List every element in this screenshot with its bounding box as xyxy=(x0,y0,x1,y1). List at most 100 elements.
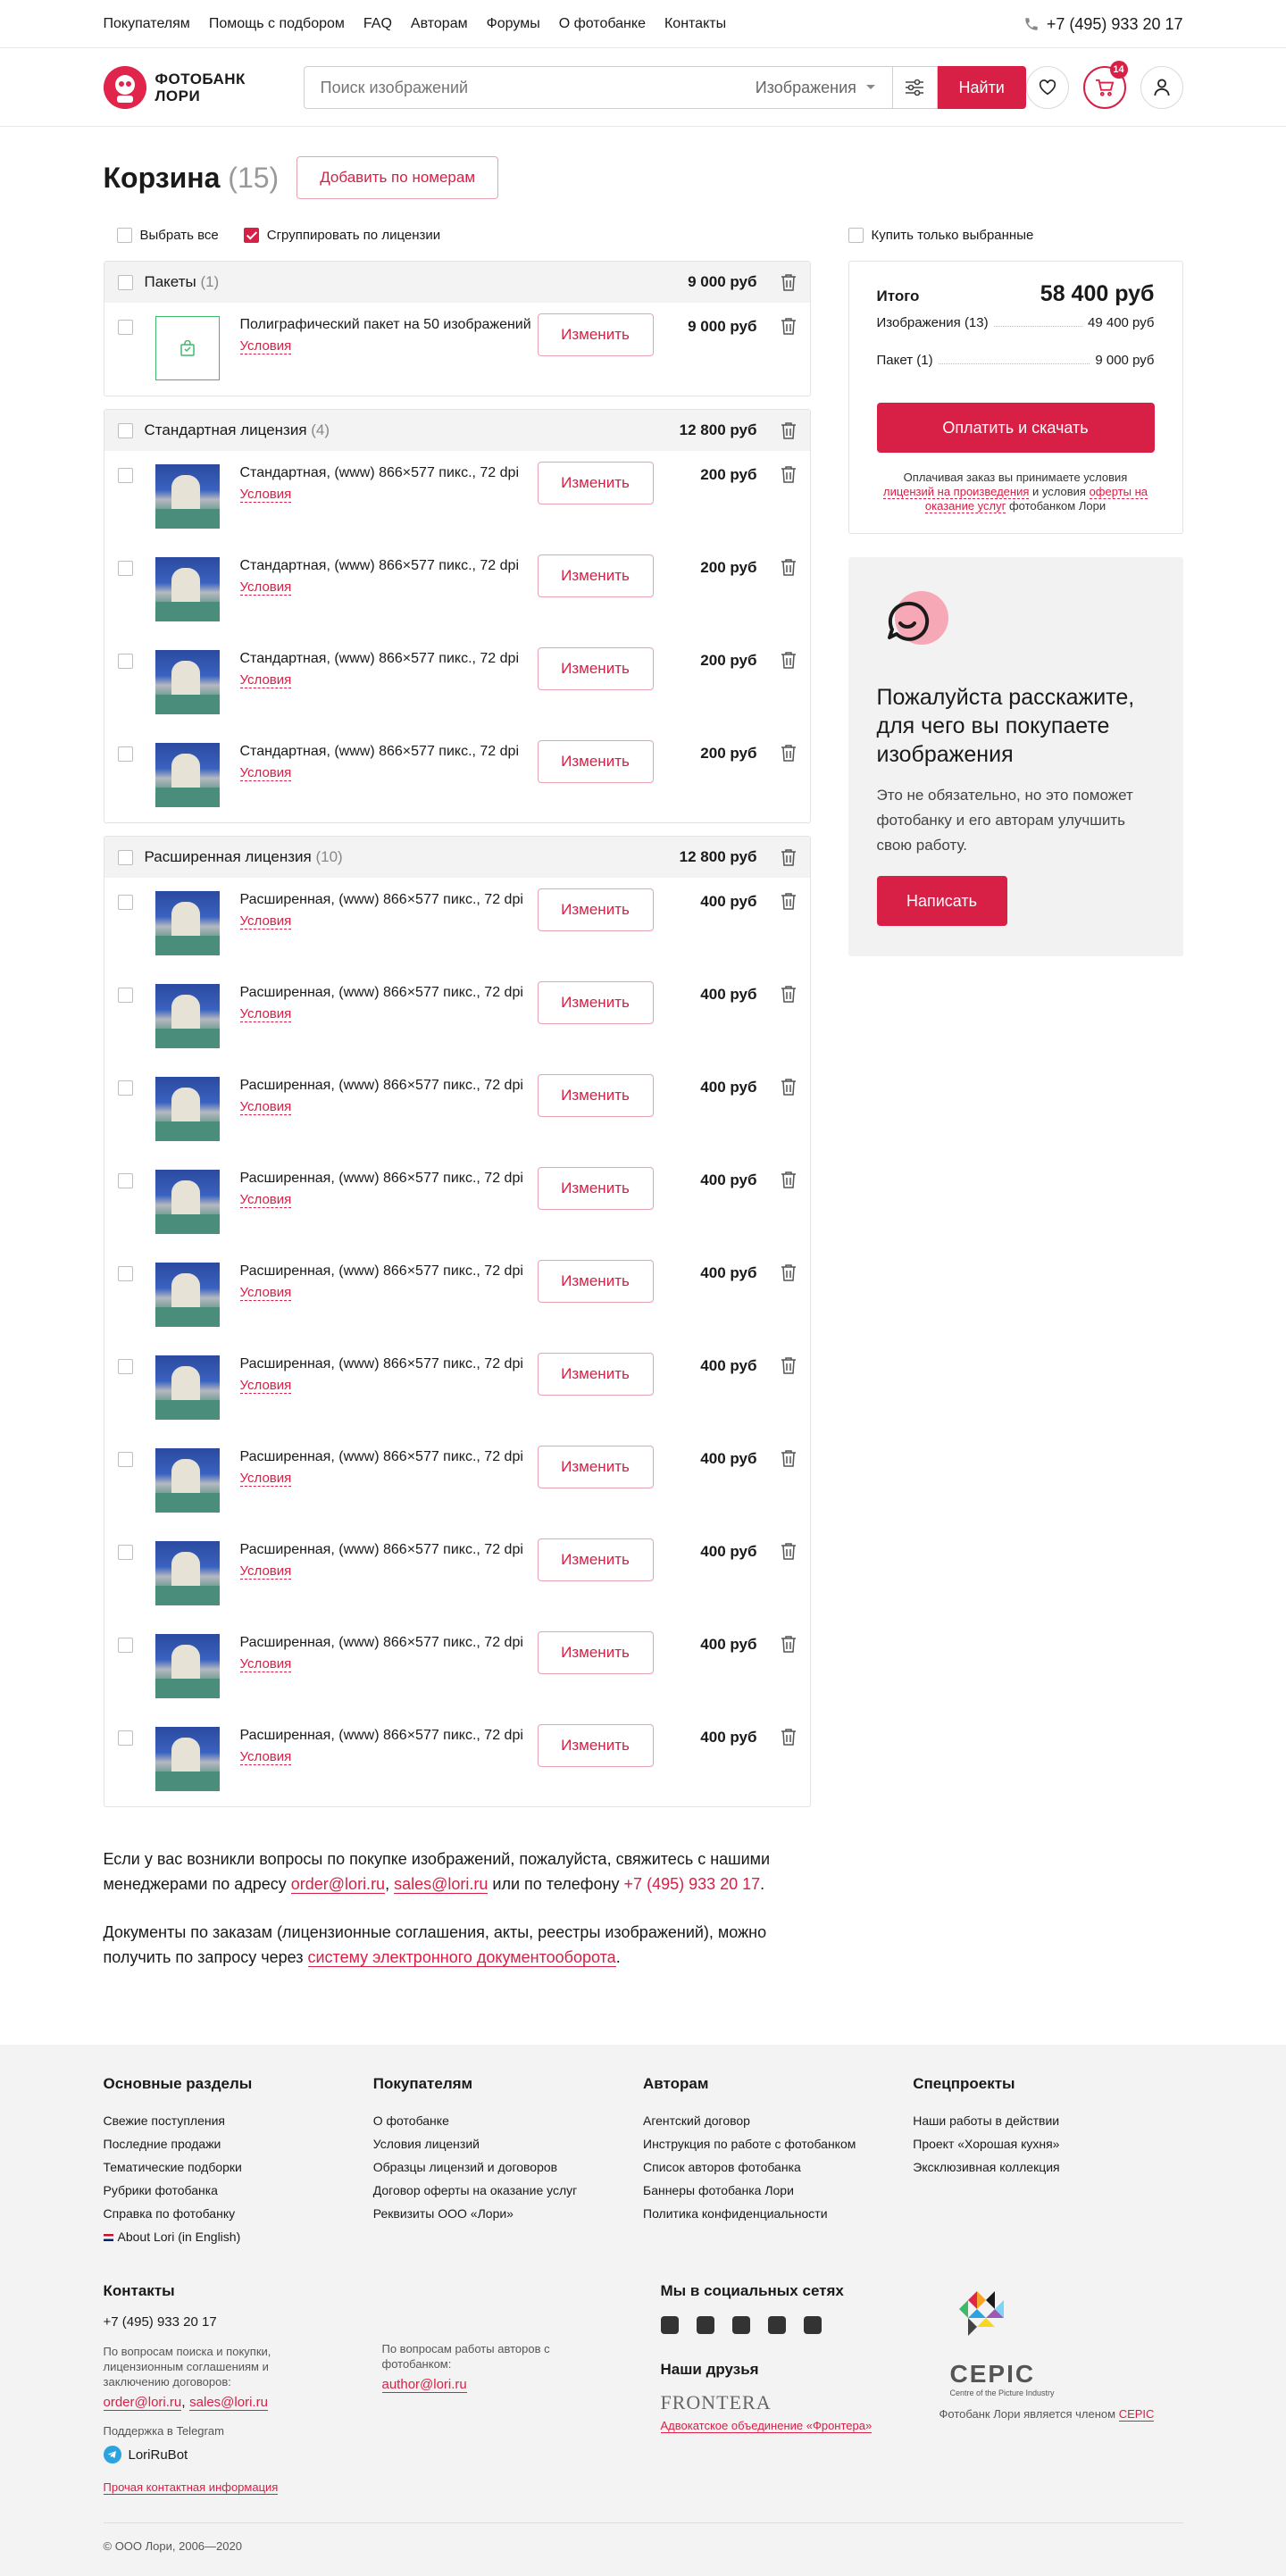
trash-icon[interactable] xyxy=(781,744,797,762)
item-checkbox[interactable] xyxy=(117,988,133,1003)
search-type-select[interactable]: Изображения xyxy=(756,79,892,97)
trash-icon[interactable] xyxy=(781,848,797,866)
footer-link[interactable]: Агентский договор xyxy=(643,2109,913,2132)
change-button[interactable]: Изменить xyxy=(537,740,654,783)
license-terms-link[interactable]: лицензий на произведения xyxy=(883,485,1030,499)
top-nav-authors[interactable]: Авторам xyxy=(411,16,468,32)
search-input[interactable] xyxy=(304,67,756,108)
trash-icon[interactable] xyxy=(781,273,797,291)
item-checkbox[interactable] xyxy=(117,1080,133,1096)
terms-link[interactable]: Условия xyxy=(239,339,292,354)
change-button[interactable]: Изменить xyxy=(537,1353,654,1396)
item-checkbox[interactable] xyxy=(117,1266,133,1281)
change-button[interactable]: Изменить xyxy=(537,1074,654,1117)
image-thumbnail[interactable] xyxy=(154,891,220,955)
top-nav-help[interactable]: Помощь с подбором xyxy=(209,16,345,32)
terms-link[interactable]: Условия xyxy=(239,580,292,596)
trash-icon[interactable] xyxy=(781,1449,797,1467)
terms-link[interactable]: Условия xyxy=(239,1100,292,1115)
trash-icon[interactable] xyxy=(781,1635,797,1653)
select-all-checkbox[interactable] xyxy=(116,227,132,243)
footer-link[interactable]: Рубрики фотобанка xyxy=(104,2179,373,2202)
change-button[interactable]: Изменить xyxy=(537,554,654,597)
favorites-button[interactable] xyxy=(1025,66,1069,109)
terms-link[interactable]: Условия xyxy=(239,1750,292,1765)
edo-link[interactable]: систему электронного документооборота xyxy=(307,1948,616,1967)
terms-link[interactable]: Условия xyxy=(239,1379,292,1394)
item-checkbox[interactable] xyxy=(117,561,133,576)
footer-link[interactable]: Наши работы в действии xyxy=(913,2109,1182,2132)
sales-email-link[interactable]: sales@lori.ru xyxy=(394,1875,489,1894)
trash-icon[interactable] xyxy=(781,558,797,576)
change-button[interactable]: Изменить xyxy=(537,1446,654,1488)
change-button[interactable]: Изменить xyxy=(537,647,654,690)
footer-link[interactable]: Справка по фотобанку xyxy=(104,2202,373,2225)
cepic-link[interactable]: CEPIC xyxy=(1118,2407,1155,2422)
change-button[interactable]: Изменить xyxy=(537,313,654,356)
change-button[interactable]: Изменить xyxy=(537,1631,654,1674)
footer-link[interactable]: Образцы лицензий и договоров xyxy=(373,2155,643,2179)
item-checkbox[interactable] xyxy=(117,654,133,669)
top-nav-forums[interactable]: Форумы xyxy=(487,16,540,32)
cart-button[interactable]: 14 xyxy=(1082,61,1128,109)
trash-icon[interactable] xyxy=(781,1078,797,1096)
trash-icon[interactable] xyxy=(781,317,797,335)
logo[interactable]: ФОТОБАНК ЛОРИ xyxy=(103,66,290,109)
contacts-phone[interactable]: +7 (495) 933 20 17 xyxy=(104,2314,382,2330)
footer-link[interactable]: Эксклюзивная коллекция xyxy=(913,2155,1182,2179)
top-nav-faq[interactable]: FAQ xyxy=(363,16,392,32)
filter-button[interactable] xyxy=(891,67,937,108)
footer-link[interactable]: Условия лицензий xyxy=(373,2132,643,2155)
terms-link[interactable]: Условия xyxy=(239,914,292,930)
footer-link[interactable]: Баннеры фотобанка Лори xyxy=(643,2179,913,2202)
group-checkbox[interactable] xyxy=(117,422,133,438)
group-checkbox[interactable] xyxy=(117,274,133,290)
terms-link[interactable]: Условия xyxy=(239,488,292,503)
image-thumbnail[interactable] xyxy=(154,650,220,714)
terms-link[interactable]: Условия xyxy=(239,1471,292,1487)
footer-link[interactable]: Договор оферты на оказание услуг xyxy=(373,2179,643,2202)
write-button[interactable]: Написать xyxy=(876,876,1007,926)
authors-email-link[interactable]: author@lori.ru xyxy=(381,2377,467,2393)
order-email-link[interactable]: order@lori.ru xyxy=(103,2395,182,2411)
frontera-logo[interactable]: FRONTERA xyxy=(661,2391,939,2414)
group-checkbox[interactable] xyxy=(117,849,133,865)
buy-selected-only-checkbox[interactable] xyxy=(848,227,864,243)
image-thumbnail[interactable] xyxy=(154,557,220,621)
trash-icon[interactable] xyxy=(781,1171,797,1188)
footer-link[interactable]: Политика конфиденциальности xyxy=(643,2202,913,2225)
trash-icon[interactable] xyxy=(781,651,797,669)
image-thumbnail[interactable] xyxy=(154,743,220,807)
item-checkbox[interactable] xyxy=(117,468,133,483)
pay-and-download-button[interactable]: Оплатить и скачать xyxy=(876,403,1155,453)
trash-icon[interactable] xyxy=(781,465,797,483)
top-nav-about[interactable]: О фотобанке xyxy=(559,16,646,32)
group-by-license-option[interactable]: Сгруппировать по лицензии xyxy=(243,227,440,243)
trash-icon[interactable] xyxy=(781,985,797,1003)
other-contacts-link[interactable]: Прочая контактная информация xyxy=(103,2480,279,2495)
vk-icon[interactable] xyxy=(803,2316,822,2334)
item-checkbox[interactable] xyxy=(117,1173,133,1188)
item-checkbox[interactable] xyxy=(117,1545,133,1560)
youtube-icon[interactable] xyxy=(731,2316,750,2334)
add-by-numbers-button[interactable]: Добавить по номерам xyxy=(296,156,499,199)
group-by-license-checkbox[interactable] xyxy=(243,227,259,243)
terms-link[interactable]: Условия xyxy=(239,1193,292,1208)
image-thumbnail[interactable] xyxy=(154,1727,220,1791)
terms-link[interactable]: Условия xyxy=(239,1657,292,1672)
top-nav-contacts[interactable]: Контакты xyxy=(664,16,726,32)
trash-icon[interactable] xyxy=(781,1728,797,1746)
terms-link[interactable]: Условия xyxy=(239,1564,292,1580)
change-button[interactable]: Изменить xyxy=(537,462,654,504)
twitter-icon[interactable] xyxy=(767,2316,786,2334)
item-checkbox[interactable] xyxy=(117,1730,133,1746)
order-email-link[interactable]: order@lori.ru xyxy=(290,1875,386,1894)
facebook-icon[interactable] xyxy=(696,2316,714,2334)
package-thumbnail[interactable] xyxy=(154,316,220,380)
trash-icon[interactable] xyxy=(781,1356,797,1374)
item-checkbox[interactable] xyxy=(117,1638,133,1653)
footer-link[interactable]: Тематические подборки xyxy=(104,2155,373,2179)
instagram-icon[interactable] xyxy=(660,2316,679,2334)
image-thumbnail[interactable] xyxy=(154,1263,220,1327)
change-button[interactable]: Изменить xyxy=(537,1167,654,1210)
